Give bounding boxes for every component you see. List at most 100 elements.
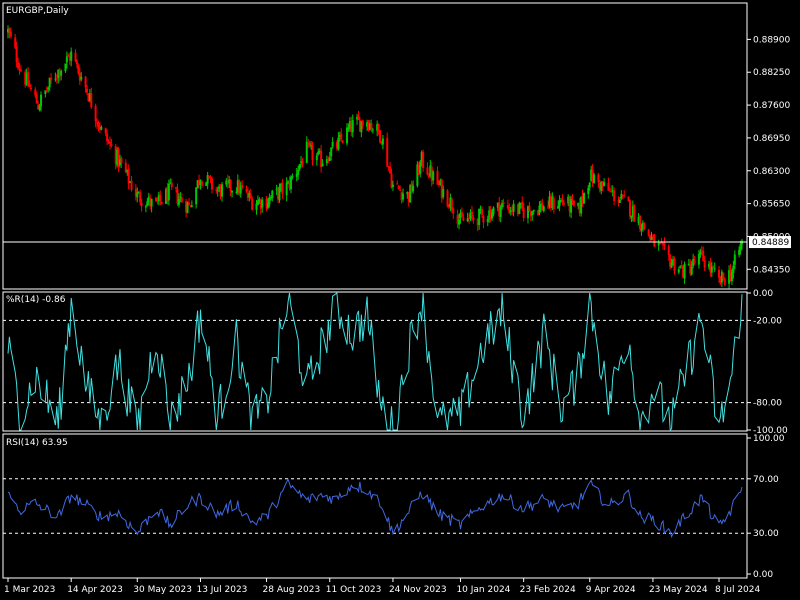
candle-body	[18, 68, 21, 70]
candle-body	[139, 192, 142, 203]
candle-body	[27, 71, 30, 86]
candle-body	[29, 87, 32, 89]
candle	[446, 189, 449, 208]
candle-body	[623, 195, 626, 197]
candle-body	[289, 176, 292, 190]
candle-body	[582, 192, 585, 204]
candle-body	[170, 182, 173, 187]
candle-body	[251, 198, 254, 210]
candle-body	[739, 244, 742, 251]
candle-body	[399, 189, 402, 191]
candle-body	[345, 127, 348, 144]
candle	[582, 192, 585, 204]
candle-body	[210, 178, 213, 190]
candle-body	[531, 211, 534, 216]
candle-body	[15, 46, 18, 63]
candle-body	[570, 199, 573, 213]
candle-body	[65, 56, 68, 63]
candle-body	[653, 234, 656, 247]
candle-body	[693, 260, 696, 264]
candle-body	[426, 167, 429, 175]
candle-body	[450, 198, 453, 210]
date-tick-label: 9 Apr 2024	[586, 585, 636, 595]
candle-body	[271, 190, 274, 198]
candle-body	[370, 122, 373, 130]
candle-body	[522, 208, 525, 218]
trading-chart[interactable]: 0.88900 0.88250 0.87600 0.86950 0.86300 0.856…	[0, 0, 800, 600]
candle-body	[381, 138, 384, 145]
date-tick-label: 10 Jan 2024	[456, 585, 510, 595]
candle-body	[97, 122, 100, 127]
candle-body	[741, 240, 743, 245]
candle	[643, 222, 646, 231]
date-tick-label: 28 Aug 2023	[263, 585, 321, 595]
candle-body	[432, 171, 435, 181]
candle-body	[216, 190, 219, 192]
candle-body	[738, 249, 741, 255]
candle-body	[732, 265, 735, 273]
candle-body	[712, 266, 715, 268]
candle-body	[328, 157, 331, 161]
candle-body	[195, 187, 198, 205]
candle-body	[315, 155, 318, 161]
date-tick-label: 23 May 2024	[649, 585, 708, 595]
osc-tick-label: 0.00	[753, 289, 773, 299]
candle-body	[100, 126, 103, 130]
candle-body	[389, 166, 392, 174]
date-tick-label: 30 May 2023	[133, 585, 192, 595]
candle-body	[175, 187, 178, 189]
candle-body	[361, 120, 364, 126]
candle-body	[458, 219, 461, 225]
candle-body	[419, 161, 422, 174]
candle-body	[298, 164, 301, 170]
candle-body	[633, 205, 636, 222]
candle-body	[422, 151, 425, 168]
candle-body	[663, 243, 666, 246]
candle-body	[297, 169, 300, 175]
candle-body	[35, 94, 38, 104]
candle-body	[650, 236, 653, 241]
candle-body	[677, 269, 680, 273]
candle-body	[561, 200, 564, 203]
candle-body	[643, 222, 646, 230]
candle-body	[291, 176, 294, 178]
candle-body	[733, 254, 736, 265]
candle-body	[572, 200, 575, 206]
price-tick-label: 0.88250	[753, 68, 790, 78]
osc-tick-label: -80.00	[753, 399, 782, 409]
candle-body	[80, 76, 83, 80]
candle-body	[478, 208, 481, 225]
candle-body	[321, 163, 324, 167]
candle-body	[245, 189, 248, 192]
candle-body	[518, 203, 521, 215]
candle-body	[730, 272, 733, 282]
candle-body	[127, 168, 130, 184]
price-tick-label: 0.84350	[753, 265, 790, 275]
candle-body	[371, 129, 374, 131]
candle-body	[528, 206, 531, 211]
candle-body	[190, 205, 193, 207]
candle-body	[110, 144, 113, 146]
candle-body	[17, 62, 20, 69]
candle-body	[305, 141, 308, 164]
date-tick-label: 13 Jul 2023	[196, 585, 247, 595]
candle-body	[521, 201, 524, 209]
candle-body	[396, 183, 399, 185]
candle-body	[452, 208, 455, 214]
candle-body	[120, 158, 123, 164]
candle-body	[106, 133, 109, 142]
candle-body	[442, 189, 445, 197]
candle-body	[84, 76, 87, 88]
candle-body	[673, 259, 676, 272]
date-tick-label: 23 Feb 2024	[520, 585, 576, 595]
candle-body	[159, 194, 162, 202]
price-tick-label: 0.88900	[753, 35, 790, 45]
osc-tick-label: 100.00	[753, 434, 785, 444]
candle-body	[723, 279, 726, 285]
candle-body	[462, 217, 465, 221]
candle-body	[249, 194, 252, 199]
chart-background	[0, 0, 800, 600]
candle-body	[146, 201, 149, 206]
candle-body	[659, 243, 662, 245]
symbol-title: EURGBP,Daily	[6, 6, 69, 16]
